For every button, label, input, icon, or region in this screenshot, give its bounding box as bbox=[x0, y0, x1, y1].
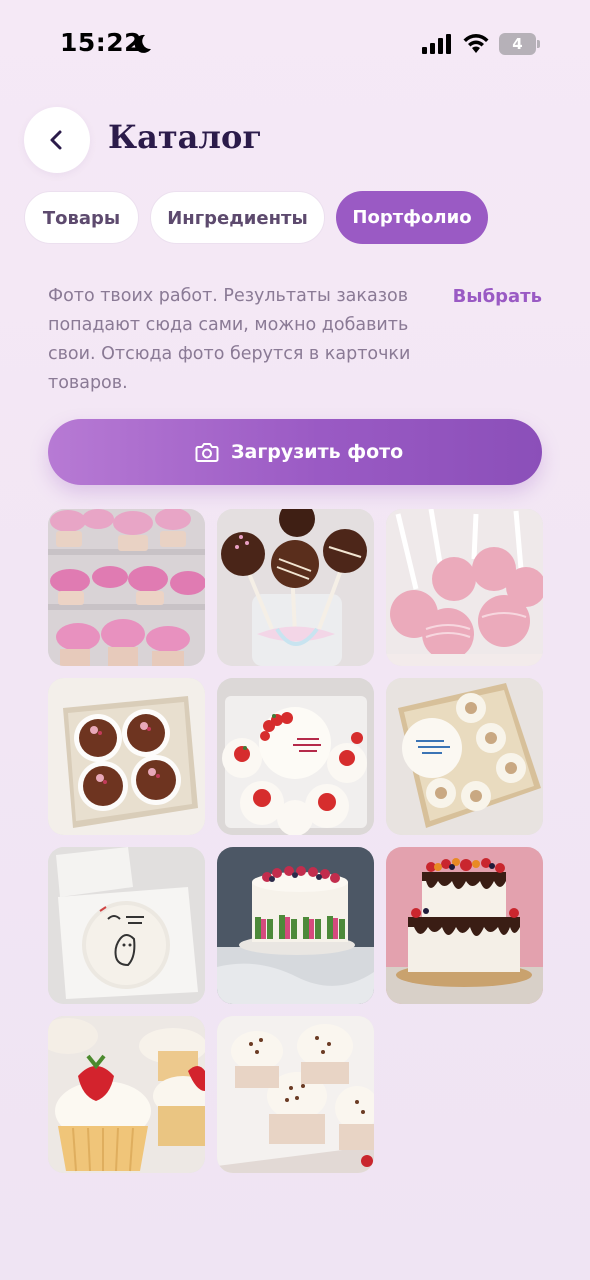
battery-icon: 4 bbox=[499, 33, 540, 55]
select-button[interactable]: Выбрать bbox=[453, 282, 542, 311]
birthday-cupcakes-box-photo bbox=[386, 678, 543, 835]
signal-icon bbox=[422, 34, 451, 54]
portfolio-gallery bbox=[48, 509, 543, 1173]
camera-icon bbox=[195, 443, 219, 462]
battery-level: 4 bbox=[499, 33, 536, 55]
chocolate-cupcakes-photo bbox=[217, 1016, 374, 1173]
page-title: Каталог bbox=[108, 118, 262, 156]
portfolio-photo[interactable] bbox=[217, 1016, 374, 1173]
portfolio-description: Фото твоих работ. Результаты заказов поп… bbox=[48, 286, 411, 393]
portfolio-photo[interactable] bbox=[386, 678, 543, 835]
portfolio-photo[interactable] bbox=[217, 678, 374, 835]
chevron-left-icon bbox=[50, 130, 62, 150]
portfolio-photo[interactable] bbox=[48, 678, 205, 835]
portfolio-photo[interactable] bbox=[48, 509, 205, 666]
status-time: 15:22 bbox=[60, 28, 143, 57]
bento-cake-box-photo bbox=[48, 847, 205, 1004]
chocolate-cake-pops-photo bbox=[217, 509, 374, 666]
portfolio-photo[interactable] bbox=[217, 509, 374, 666]
portfolio-photo[interactable] bbox=[386, 509, 543, 666]
tab-portfolio[interactable]: Портфолио bbox=[336, 191, 488, 244]
cupcakes-tower-photo bbox=[48, 509, 205, 666]
back-button[interactable] bbox=[24, 107, 90, 173]
tab-ingredients[interactable]: Ингредиенты bbox=[150, 191, 325, 244]
berry-cake-photo bbox=[217, 847, 374, 1004]
portfolio-photo[interactable] bbox=[386, 847, 543, 1004]
pink-cake-pops-photo bbox=[386, 509, 543, 666]
chocolate-truffles-box-photo bbox=[48, 678, 205, 835]
portfolio-photo[interactable] bbox=[217, 847, 374, 1004]
drip-cake-photo bbox=[386, 847, 543, 1004]
upload-photo-button[interactable]: Загрузить фото bbox=[48, 419, 542, 485]
status-bar: 15:22 4 bbox=[0, 0, 590, 88]
portfolio-photo[interactable] bbox=[48, 1016, 205, 1173]
upload-photo-label: Загрузить фото bbox=[231, 441, 404, 463]
wifi-icon bbox=[463, 34, 489, 53]
portfolio-photo[interactable] bbox=[48, 847, 205, 1004]
tab-bar: Товары Ингредиенты Портфолио bbox=[24, 191, 574, 244]
strawberry-cupcakes-photo bbox=[48, 1016, 205, 1173]
moon-icon bbox=[134, 34, 151, 53]
strawberry-bento-cake-photo bbox=[217, 678, 374, 835]
tab-goods[interactable]: Товары bbox=[24, 191, 139, 244]
